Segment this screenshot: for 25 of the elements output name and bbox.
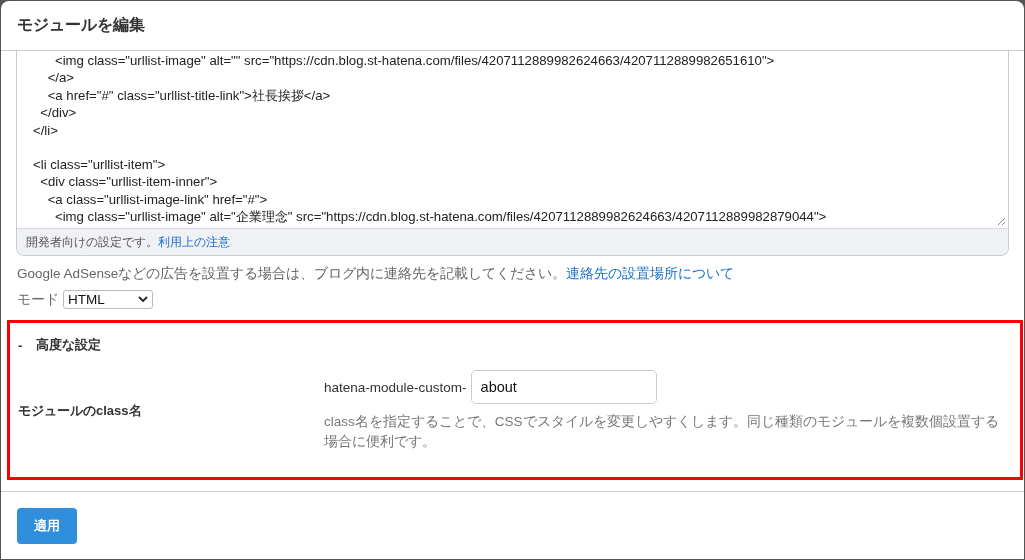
code-line: <a class="urllist-image-link" href="#"> (46, 190, 268, 209)
code-line: <img class="urllist-image" alt="企業理念" src="https://cdn.blog.st-hatena.com/files/4207112889982624663/4207112889982879044"> (53, 208, 827, 226)
class-prefix: hatena-module-custom- (324, 379, 467, 395)
mode-label: モード (17, 290, 59, 309)
code-line: <img class="urllist-image" alt="" src="https://cdn.blog.st-hatena.com/files/4207112889982624663/4207112889982651610"> (53, 52, 775, 70)
field-label: モジュールのclass名 (18, 402, 143, 420)
dialog-title: モジュールを編集 (17, 15, 145, 35)
adsense-notice: Google AdSenseなどの広告を設置する場合は、ブログ内に連絡先を記載してください。 (17, 266, 567, 281)
code-line: <a href="#" class="urllist-title-link">社長挨拶</a> (46, 86, 331, 105)
code-line: </li> (33, 121, 58, 140)
code-line: <li class="urllist-item"> (33, 156, 166, 174)
class-name-input[interactable]: about (470, 370, 657, 404)
mode-select[interactable]: HTML (63, 290, 153, 309)
contact-placement-link[interactable]: 連絡先の設置場所について (566, 266, 735, 281)
chevron-down-icon (138, 296, 148, 303)
code-line: </div> (39, 104, 77, 122)
code-editor[interactable] (16, 51, 1009, 256)
code-line: <div class="urllist-item-inner"> (39, 173, 218, 191)
help-text: class名を指定することで、CSSでスタイルを変更しやすくします。同じ種類のモジュールを複数個設置する場合に便利です。 (324, 413, 1000, 451)
developer-note: 開発者向けの設定です。 (26, 234, 158, 250)
resize-grip-icon[interactable] (997, 217, 1006, 226)
usage-notes-link[interactable]: 利用上の注意 (158, 234, 230, 250)
advanced-settings-heading[interactable]: 高度な設定 (36, 336, 101, 354)
collapse-toggle[interactable]: - (18, 337, 24, 353)
code-line: </a> (46, 69, 75, 87)
